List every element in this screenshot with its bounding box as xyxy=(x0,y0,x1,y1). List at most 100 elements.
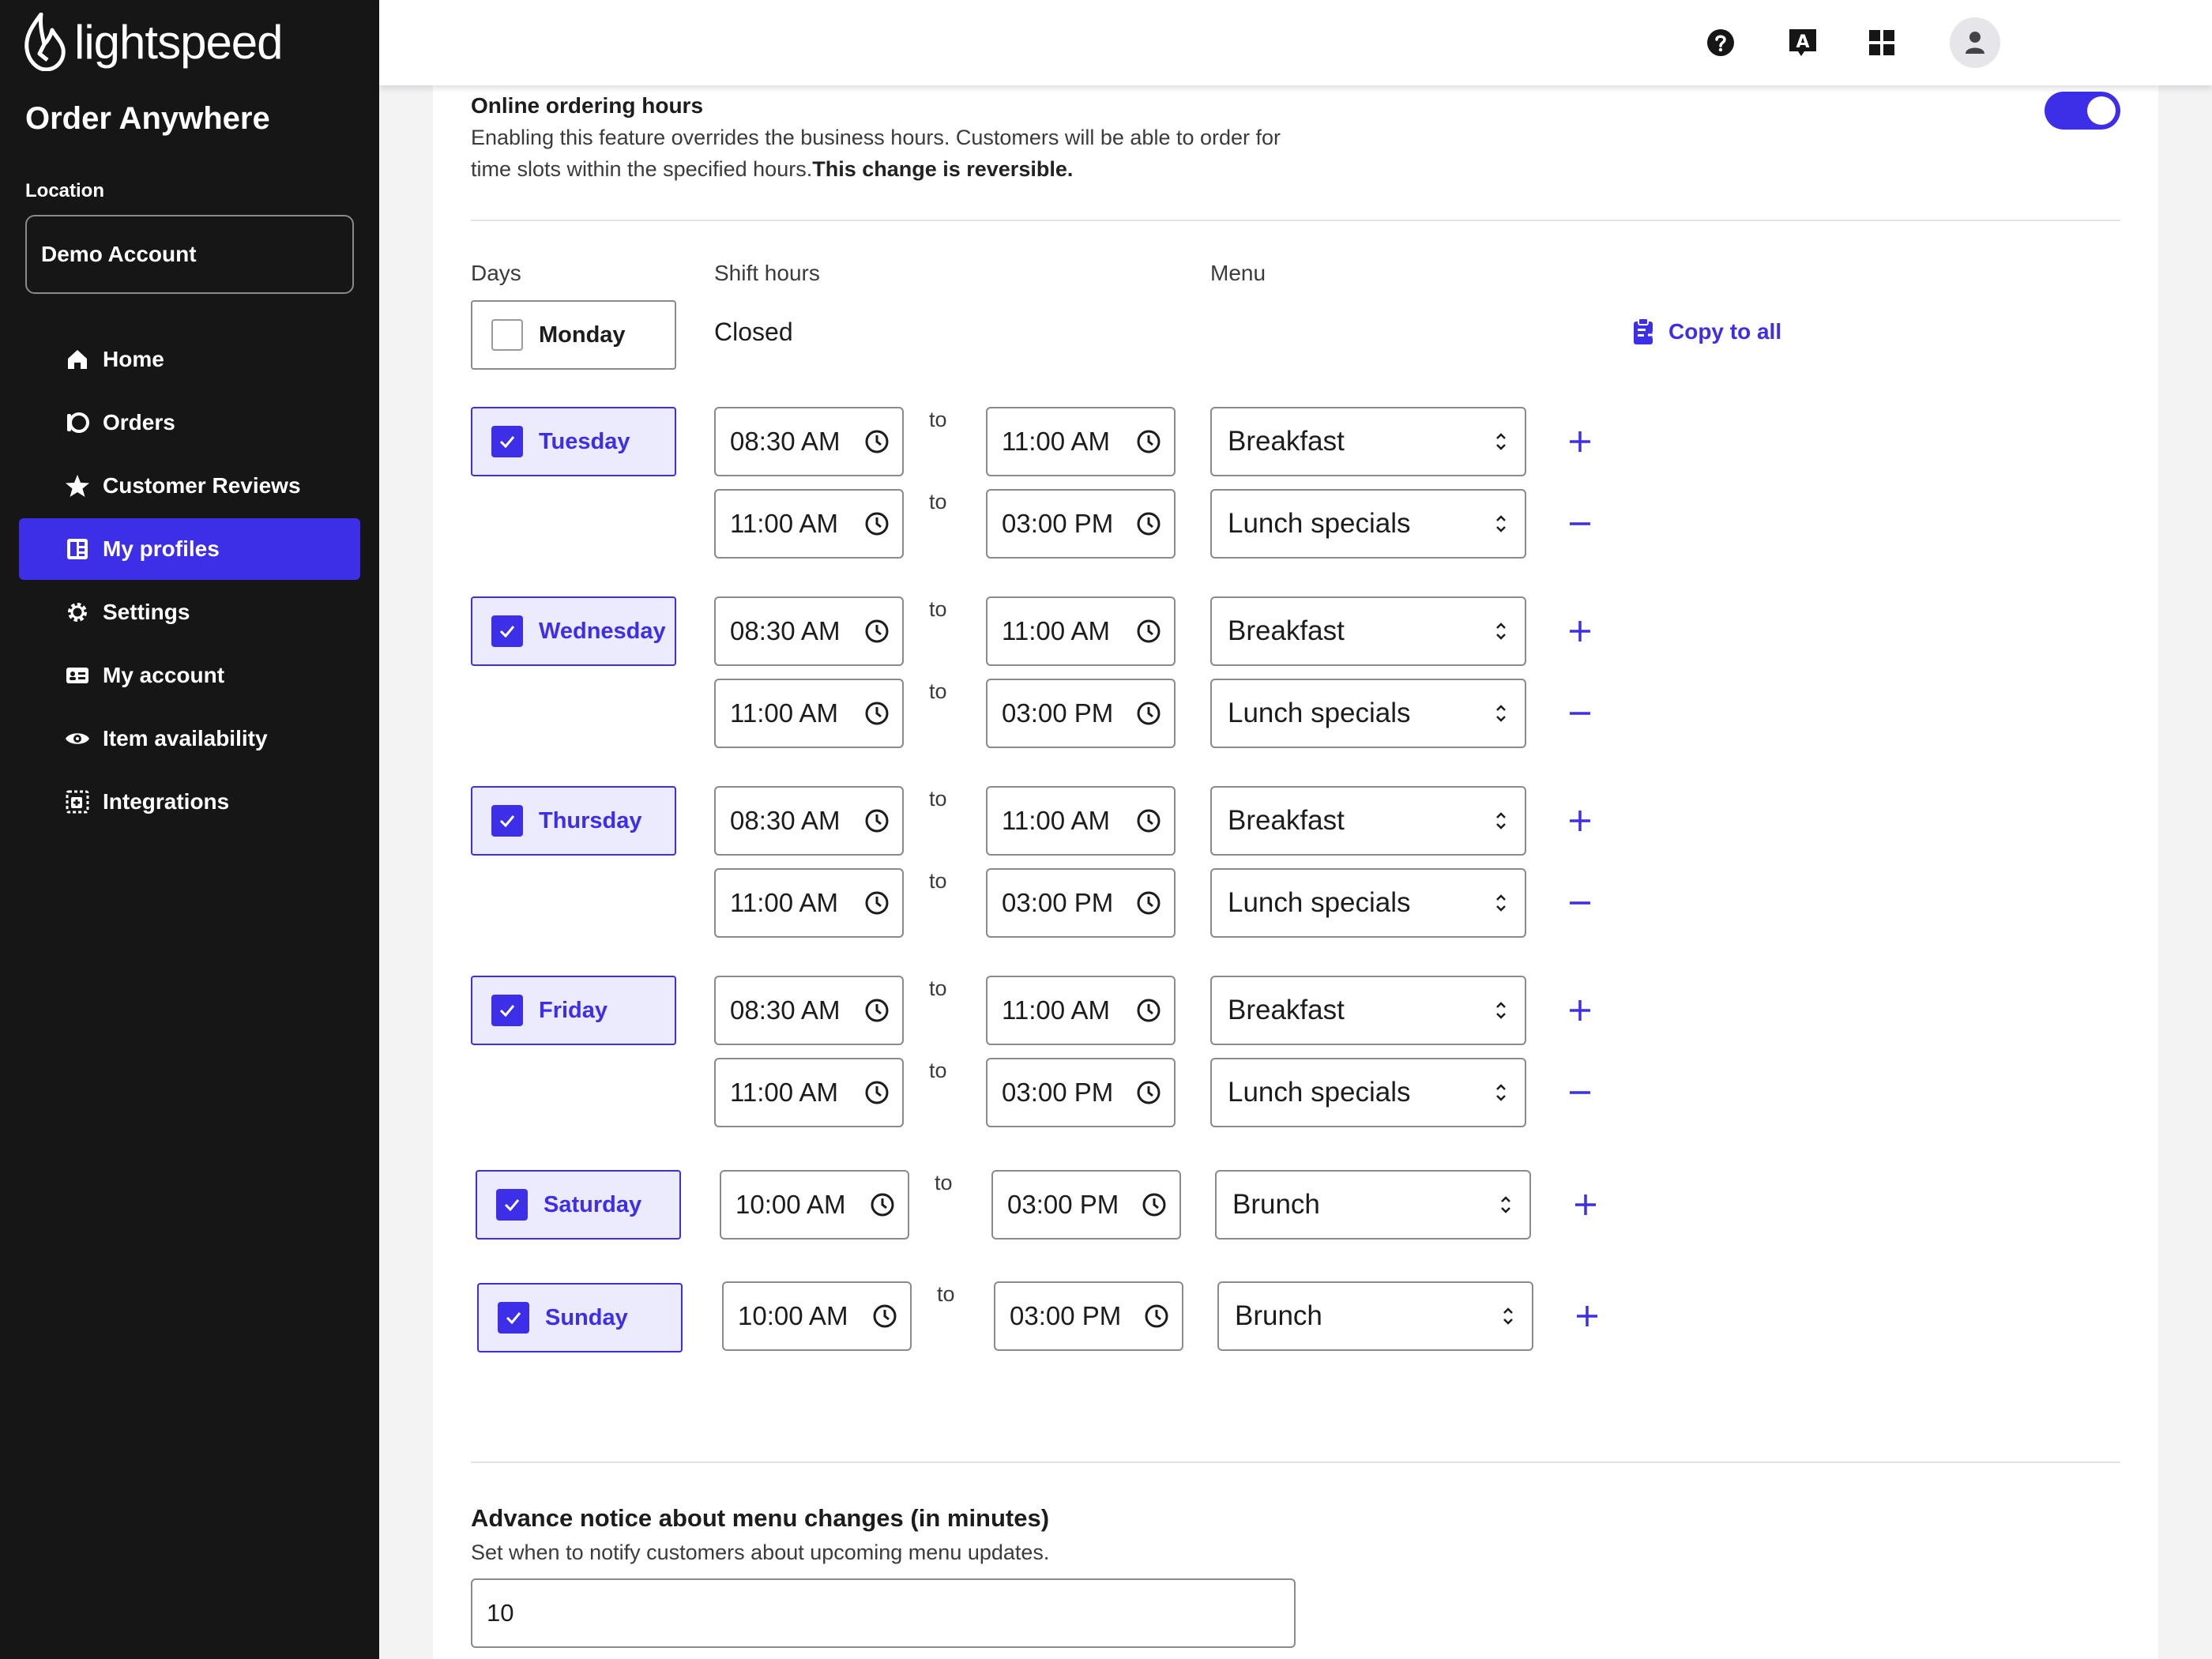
time-to-input[interactable]: 03:00 PM xyxy=(986,868,1176,938)
add-shift-button[interactable] xyxy=(1564,805,1596,837)
sidebar-item-item-availability[interactable]: Item availability xyxy=(19,708,360,769)
menu-select[interactable]: Breakfast xyxy=(1210,976,1526,1045)
menu-select[interactable]: Lunch specials xyxy=(1210,489,1526,559)
sidebar-item-label: Settings xyxy=(103,600,190,624)
clock-icon xyxy=(865,702,889,725)
day-sunday-checkbox[interactable]: Sunday xyxy=(477,1283,683,1352)
day-monday-checkbox[interactable]: Monday xyxy=(471,300,676,370)
add-shift-button[interactable] xyxy=(1564,995,1596,1026)
time-value: 10:00 AM xyxy=(735,1190,846,1219)
to-label: to xyxy=(935,1171,953,1194)
sort-chevrons-icon xyxy=(1496,433,1506,450)
sidebar-item-label: My profiles xyxy=(103,536,220,561)
time-to-input[interactable]: 11:00 AM xyxy=(986,786,1176,856)
top-bar: A xyxy=(379,0,2212,85)
time-from-input[interactable]: 11:00 AM xyxy=(714,1058,904,1127)
profiles-icon xyxy=(63,535,92,563)
menu-select[interactable]: Breakfast xyxy=(1210,596,1526,666)
remove-shift-button[interactable] xyxy=(1564,508,1596,540)
menu-select[interactable]: Brunch xyxy=(1217,1281,1533,1351)
online-hours-toggle[interactable] xyxy=(2045,92,2120,130)
time-from-input[interactable]: 11:00 AM xyxy=(714,868,904,938)
time-to-input[interactable]: 03:00 PM xyxy=(986,1058,1176,1127)
clock-icon xyxy=(1137,512,1161,536)
to-label: to xyxy=(929,787,947,811)
menu-select[interactable]: Breakfast xyxy=(1210,786,1526,856)
advance-notice-input[interactable]: 10 xyxy=(471,1578,1296,1648)
sidebar-item-customer-reviews[interactable]: Customer Reviews xyxy=(19,455,360,517)
menu-select[interactable]: Brunch xyxy=(1215,1170,1531,1240)
time-from-input[interactable]: 08:30 AM xyxy=(714,976,904,1045)
day-friday-checkbox[interactable]: Friday xyxy=(471,976,676,1045)
svg-text:A: A xyxy=(1796,32,1809,52)
time-from-input[interactable]: 10:00 AM xyxy=(722,1281,912,1351)
menu-select[interactable]: Lunch specials xyxy=(1210,868,1526,938)
sidebar-item-my-account[interactable]: My account xyxy=(19,645,360,706)
menu-select[interactable]: Breakfast xyxy=(1210,407,1526,476)
sidebar-item-settings[interactable]: Settings xyxy=(19,581,360,643)
advance-notice-description: Set when to notify customers about upcom… xyxy=(471,1540,1050,1564)
sidebar-item-my-profiles[interactable]: My profiles xyxy=(19,518,360,580)
monday-closed-status: Closed xyxy=(714,318,793,346)
time-to-input[interactable]: 11:00 AM xyxy=(986,976,1176,1045)
time-from-input[interactable]: 08:30 AM xyxy=(714,596,904,666)
clock-icon xyxy=(865,1081,889,1104)
day-saturday-checkbox[interactable]: Saturday xyxy=(476,1170,681,1240)
day-thursday-checkbox[interactable]: Thursday xyxy=(471,786,676,856)
remove-shift-button[interactable] xyxy=(1564,887,1596,919)
sidebar-item-integrations[interactable]: Integrations xyxy=(19,771,360,833)
toggle-knob xyxy=(2087,96,2116,125)
clock-icon xyxy=(1137,809,1161,833)
time-from-input[interactable]: 11:00 AM xyxy=(714,489,904,559)
time-value: 11:00 AM xyxy=(730,698,838,728)
time-from-input[interactable]: 08:30 AM xyxy=(714,786,904,856)
add-shift-button[interactable] xyxy=(1571,1300,1603,1332)
add-shift-button[interactable] xyxy=(1570,1189,1601,1221)
menu-value: Breakfast xyxy=(1228,426,1345,457)
time-to-input[interactable]: 11:00 AM xyxy=(986,407,1176,476)
to-label: to xyxy=(929,1059,947,1082)
eye-icon xyxy=(63,724,92,753)
menu-value: Breakfast xyxy=(1228,615,1345,646)
plus-icon xyxy=(1575,1194,1596,1215)
description-bold: This change is reversible. xyxy=(812,157,1074,181)
time-value: 03:00 PM xyxy=(1002,1078,1114,1107)
to-label: to xyxy=(929,976,947,1000)
time-to-input[interactable]: 03:00 PM xyxy=(986,489,1176,559)
translate-icon[interactable]: A xyxy=(1778,17,1828,68)
time-to-input[interactable]: 03:00 PM xyxy=(986,679,1176,748)
add-shift-button[interactable] xyxy=(1564,615,1596,647)
remove-shift-button[interactable] xyxy=(1564,698,1596,729)
time-from-input[interactable]: 08:30 AM xyxy=(714,407,904,476)
menu-select[interactable]: Lunch specials xyxy=(1210,1058,1526,1127)
menu-value: Breakfast xyxy=(1228,995,1345,1025)
day-tuesday-checkbox[interactable]: Tuesday xyxy=(471,407,676,476)
menu-select[interactable]: Lunch specials xyxy=(1210,679,1526,748)
remove-shift-button[interactable] xyxy=(1564,1077,1596,1108)
advance-notice-title: Advance notice about menu changes (in mi… xyxy=(471,1504,1050,1532)
time-to-input[interactable]: 03:00 PM xyxy=(994,1281,1183,1351)
menu-value: Brunch xyxy=(1235,1300,1322,1331)
clock-icon xyxy=(871,1193,894,1217)
user-avatar-icon[interactable] xyxy=(1950,17,2000,68)
time-from-input[interactable]: 10:00 AM xyxy=(720,1170,909,1240)
clock-icon xyxy=(865,512,889,536)
sort-chevrons-icon xyxy=(1496,1084,1506,1101)
add-shift-button[interactable] xyxy=(1564,426,1596,457)
location-select[interactable]: Demo Account xyxy=(25,215,354,294)
time-to-input[interactable]: 11:00 AM xyxy=(986,596,1176,666)
time-from-input[interactable]: 11:00 AM xyxy=(714,679,904,748)
time-to-input[interactable]: 03:00 PM xyxy=(991,1170,1181,1240)
help-icon[interactable] xyxy=(1695,17,1746,68)
day-wednesday-checkbox[interactable]: Wednesday xyxy=(471,596,676,666)
apps-grid-icon[interactable] xyxy=(1856,17,1907,68)
sidebar-item-home[interactable]: Home xyxy=(19,329,360,390)
time-value: 11:00 AM xyxy=(1002,995,1110,1025)
sidebar-item-orders[interactable]: Orders xyxy=(19,392,360,453)
time-value: 11:00 AM xyxy=(730,509,838,538)
star-icon xyxy=(63,472,92,500)
copy-to-all-button[interactable]: Copy to all xyxy=(1632,318,1781,346)
online-hours-description: Enabling this feature overrides the busi… xyxy=(471,122,1308,185)
lightspeed-logo[interactable]: lightspeed xyxy=(24,13,284,71)
sidebar-item-label: Customer Reviews xyxy=(103,473,301,498)
